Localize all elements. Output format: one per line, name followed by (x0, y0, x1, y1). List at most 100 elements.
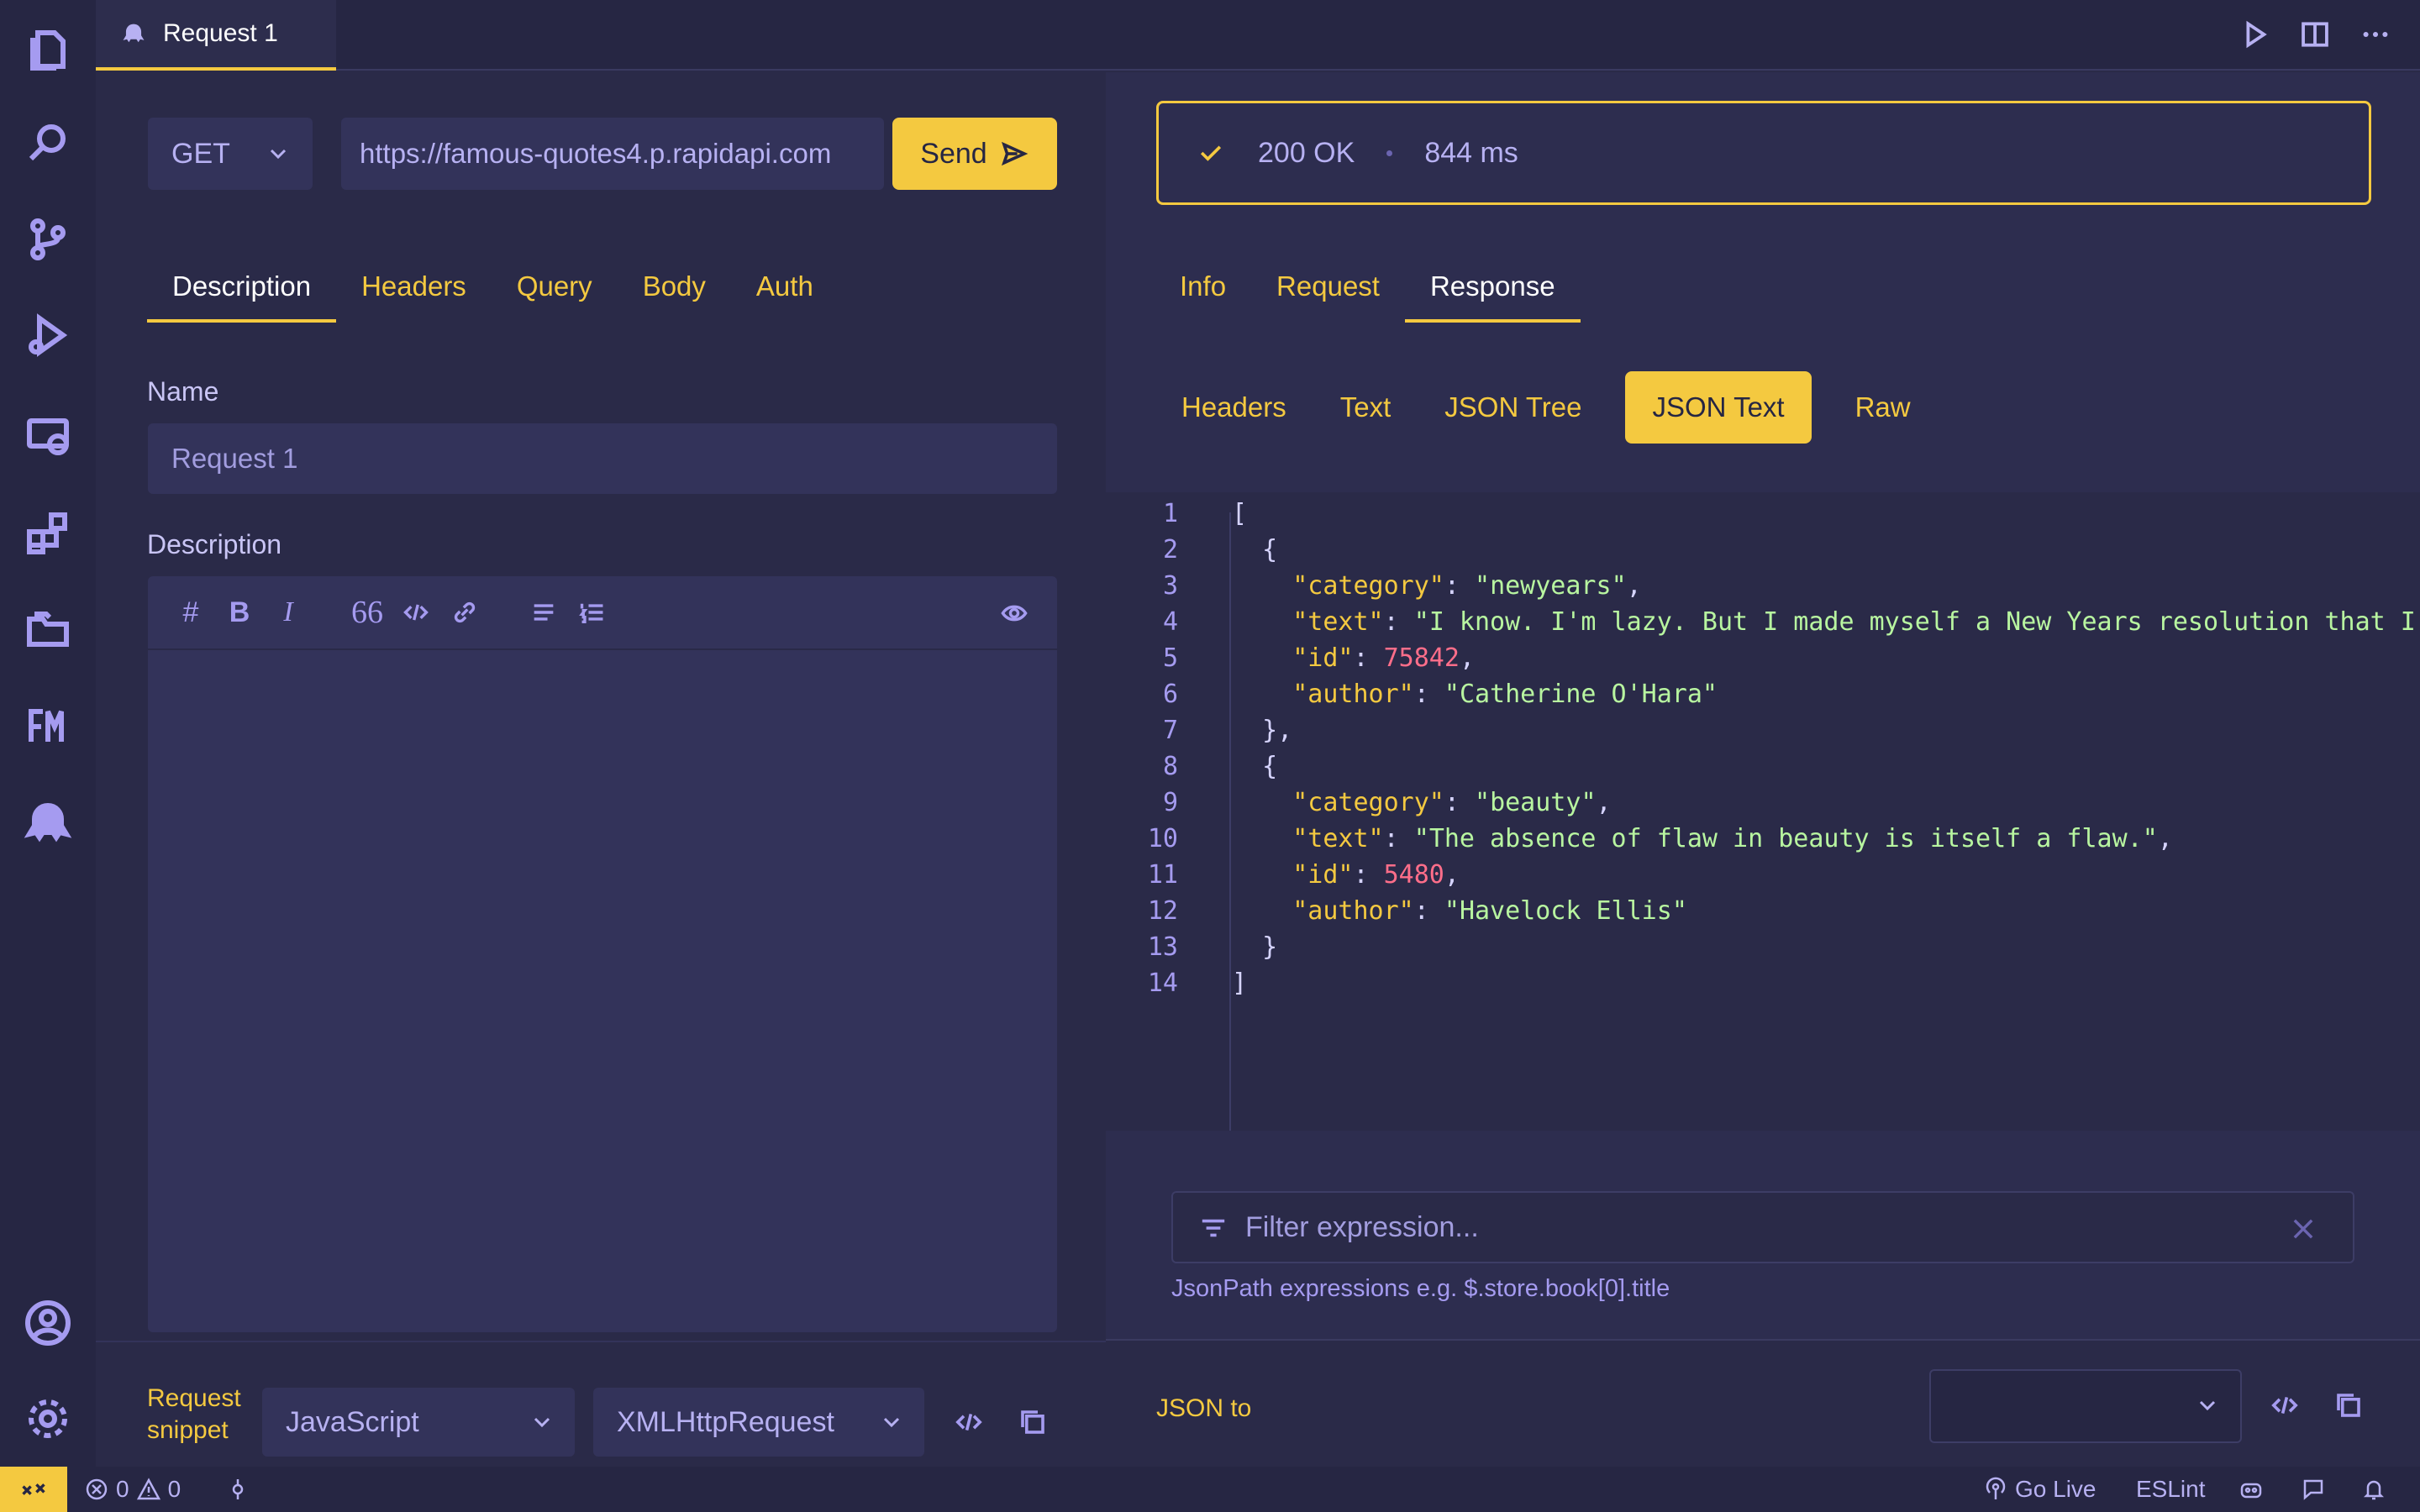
json-to-label: JSON to (1156, 1394, 1252, 1422)
tab-description[interactable]: Description (147, 260, 337, 323)
url-input[interactable]: https://famous-quotes4.p.rapidapi.com (341, 118, 884, 190)
status-bar: 0 0 Go Live ESLint (0, 1467, 2420, 1512)
run-debug-icon[interactable] (18, 306, 77, 365)
status-code: 200 OK (1258, 136, 1355, 169)
go-live-button[interactable]: Go Live (1983, 1467, 2096, 1512)
notifications-bell-icon[interactable] (2361, 1467, 2386, 1512)
remote-indicator-icon[interactable] (0, 1467, 67, 1512)
response-status: 200 OK 844 ms (1156, 101, 2371, 205)
code-icon[interactable] (392, 588, 440, 637)
response-time: 844 ms (1424, 136, 1518, 169)
snippet-language-value: JavaScript (286, 1405, 419, 1438)
view-tab-headers[interactable]: Headers (1155, 371, 1313, 444)
bold-icon[interactable]: B (215, 588, 264, 637)
tab-response[interactable]: Response (1404, 260, 1581, 323)
tab-body[interactable]: Body (618, 260, 731, 323)
list-icon[interactable] (519, 588, 568, 637)
snippet-language-select[interactable]: JavaScript (262, 1388, 575, 1457)
editor-tab-request-1[interactable]: Request 1 (96, 0, 336, 71)
code-line: 9 "category": "beauty", (1162, 788, 1612, 817)
clear-icon[interactable] (2289, 1215, 2317, 1243)
send-icon (1001, 141, 1028, 166)
quote-icon[interactable]: 66 (343, 588, 392, 637)
thunder-client-icon[interactable] (18, 793, 77, 852)
view-tab-json-tree[interactable]: JSON Tree (1418, 371, 1608, 444)
chevron-down-icon (2195, 1393, 2220, 1422)
problems-indicator[interactable]: 0 0 (84, 1467, 181, 1512)
remote-explorer-icon[interactable] (18, 407, 77, 465)
settings-gear-icon[interactable] (18, 1389, 77, 1448)
code-icon[interactable] (2264, 1384, 2306, 1426)
chevron-down-icon (266, 141, 291, 174)
heading-icon[interactable]: # (166, 588, 215, 637)
italic-icon[interactable]: I (264, 588, 313, 637)
description-label: Description (147, 529, 282, 559)
code-icon[interactable] (948, 1401, 990, 1443)
snippet-library-select[interactable]: XMLHttpRequest (593, 1388, 924, 1457)
thunder-client-tab-icon (123, 24, 145, 43)
search-icon[interactable] (18, 114, 77, 173)
extensions-icon[interactable] (18, 504, 77, 563)
filter-hint: JsonPath expressions e.g. $.store.book[0… (1171, 1275, 1670, 1302)
commit-icon[interactable] (225, 1467, 250, 1512)
code-line: 7 }, (1162, 716, 1293, 745)
response-view-tabs: Headers Text JSON Tree JSON Text Raw (1155, 371, 1938, 444)
tab-auth[interactable]: Auth (731, 260, 839, 323)
copy-icon[interactable] (2328, 1384, 2370, 1426)
filter-icon (1202, 1219, 1225, 1237)
json-code-view[interactable]: 1[ 2 { 3 "category": "newyears", 4 "text… (1106, 492, 2420, 1131)
tab-label: Request 1 (163, 19, 278, 47)
ordered-list-icon[interactable] (568, 588, 617, 637)
response-panel: 200 OK 844 ms Info Request Response Head… (1106, 72, 2420, 1467)
error-icon (86, 1478, 108, 1500)
code-line: 13 } (1147, 932, 1278, 962)
warning-icon (136, 1478, 160, 1500)
source-control-icon[interactable] (18, 210, 77, 269)
code-line: 8 { (1162, 752, 1278, 781)
preview-eye-icon[interactable] (990, 589, 1039, 638)
separator-dot (1386, 150, 1393, 156)
activity-bar (0, 0, 96, 1467)
name-input[interactable]: Request 1 (148, 423, 1057, 494)
run-icon[interactable] (2235, 15, 2274, 54)
method-select[interactable]: GET (148, 118, 313, 190)
chevron-down-icon (529, 1410, 555, 1442)
view-tab-text[interactable]: Text (1313, 371, 1418, 444)
warning-count: 0 (167, 1476, 182, 1502)
explorer-icon[interactable] (18, 18, 77, 77)
filter-expression-input[interactable]: Filter expression... (1171, 1191, 2354, 1263)
send-button[interactable]: Send (892, 118, 1057, 190)
code-line: 12 "author": "Havelock Ellis" (1147, 896, 1687, 926)
description-editor[interactable]: # B I 66 (148, 576, 1057, 1332)
tab-info[interactable]: Info (1155, 260, 1251, 323)
copy-icon[interactable] (1012, 1401, 1054, 1443)
name-label: Name (147, 376, 219, 407)
account-icon[interactable] (18, 1294, 77, 1352)
editor-actions (2235, 15, 2395, 54)
copilot-icon[interactable] (2238, 1467, 2264, 1512)
json-to-bar: JSON to (1106, 1339, 2420, 1467)
snippet-library-value: XMLHttpRequest (617, 1405, 834, 1438)
fm-icon[interactable] (18, 697, 77, 756)
markdown-toolbar: # B I 66 (148, 576, 1057, 650)
broadcast-icon (1986, 1477, 2006, 1499)
go-live-label: Go Live (2015, 1476, 2096, 1502)
tab-request[interactable]: Request (1251, 260, 1405, 323)
split-editor-icon[interactable] (2296, 15, 2334, 54)
link-icon[interactable] (440, 588, 489, 637)
filter-placeholder: Filter expression... (1245, 1210, 1479, 1243)
code-line: 6 "author": "Catherine O'Hara" (1162, 680, 1718, 709)
tab-headers[interactable]: Headers (336, 260, 492, 323)
eslint-button[interactable]: ESLint (2136, 1467, 2206, 1512)
check-icon (1200, 145, 1222, 161)
folders-icon[interactable] (18, 600, 77, 659)
feedback-icon[interactable] (2301, 1467, 2326, 1512)
tab-query[interactable]: Query (492, 260, 618, 323)
code-line: 11 "id": 5480, (1147, 860, 1460, 890)
view-tab-json-text[interactable]: JSON Text (1625, 371, 1812, 444)
json-to-select[interactable] (1929, 1369, 2242, 1443)
view-tab-raw[interactable]: Raw (1828, 371, 1938, 444)
code-line: 3 "category": "newyears", (1162, 571, 1642, 601)
snippet-bar: Request snippet JavaScript XMLHttpReques… (96, 1341, 1106, 1467)
more-actions-icon[interactable] (2356, 15, 2395, 54)
